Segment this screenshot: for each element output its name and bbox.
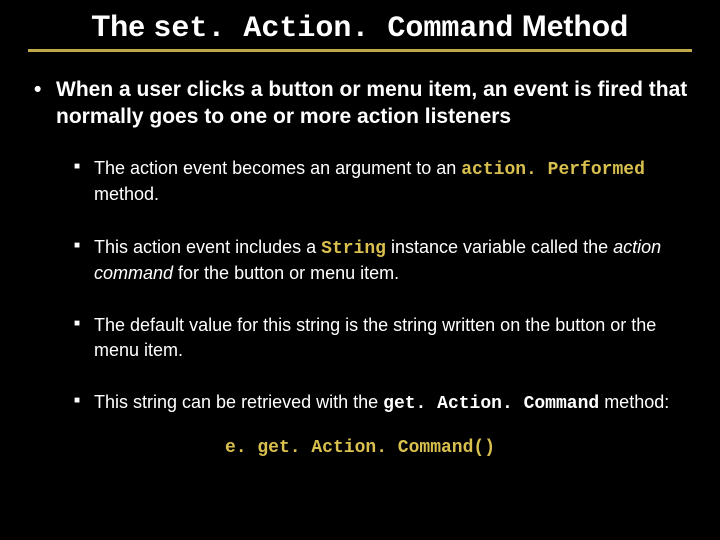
slide-title: The set. Action. Command Method bbox=[28, 10, 692, 47]
bullet-list: When a user clicks a button or menu item… bbox=[28, 76, 692, 417]
sub-bullet-1: The action event becomes an argument to … bbox=[74, 156, 692, 207]
title-underline: The set. Action. Command Method bbox=[28, 10, 692, 52]
sub4-code: get. Action. Command bbox=[383, 394, 599, 414]
sub-bullet-3: The default value for this string is the… bbox=[74, 313, 692, 362]
main-bullet: When a user clicks a button or menu item… bbox=[34, 76, 692, 417]
sub3-text: The default value for this string is the… bbox=[94, 315, 656, 359]
sub4-prefix: This string can be retrieved with the bbox=[94, 392, 383, 412]
sub2-code: String bbox=[321, 239, 386, 259]
sub1-code: action. Performed bbox=[461, 160, 645, 180]
sub2-prefix: This action event includes a bbox=[94, 237, 321, 257]
sub1-prefix: The action event becomes an argument to … bbox=[94, 158, 461, 178]
sub-bullet-4: This string can be retrieved with the ge… bbox=[74, 390, 692, 416]
sub2-mid: instance variable called the bbox=[386, 237, 613, 257]
sub-bullet-2: This action event includes a String inst… bbox=[74, 235, 692, 286]
title-prefix: The bbox=[92, 10, 154, 43]
code-example: e. get. Action. Command() bbox=[28, 438, 692, 458]
sub2-suffix: for the button or menu item. bbox=[173, 263, 399, 283]
main-bullet-text: When a user clicks a button or menu item… bbox=[56, 78, 687, 128]
title-suffix: Method bbox=[513, 10, 628, 43]
sub1-suffix: method. bbox=[94, 184, 159, 204]
sub4-suffix: method: bbox=[599, 392, 669, 412]
slide: The set. Action. Command Method When a u… bbox=[0, 0, 720, 540]
title-code: set. Action. Command bbox=[153, 12, 513, 46]
sub-bullet-list: The action event becomes an argument to … bbox=[56, 156, 692, 416]
